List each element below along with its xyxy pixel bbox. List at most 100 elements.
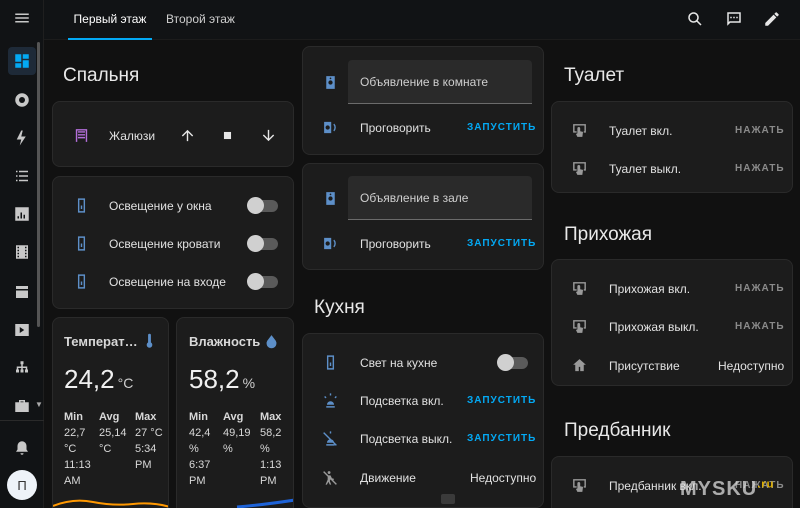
gesture-tap-icon: [569, 120, 589, 140]
announce-hall-card: Объявление в зале Проговорить ЗАПУСТИТЬ: [302, 163, 544, 270]
toilet-off-label: Туалет выкл.: [609, 162, 682, 176]
kitchen-light-toggle[interactable]: [497, 354, 528, 371]
hallway-presence-label: Присутствие: [609, 359, 680, 373]
alarm-light-off-icon: [320, 428, 340, 448]
section-title-bedroom: Спальня: [63, 65, 140, 86]
kitchen-backlight-on-label: Подсветка вкл.: [360, 394, 444, 408]
kitchen-motion-state: Недоступно: [470, 471, 537, 485]
search-icon[interactable]: [684, 8, 706, 30]
kitchen-card: Свет на кухне Подсветка вкл. ЗАПУСТИТЬ П…: [302, 333, 544, 508]
dashboard-icon[interactable]: [8, 47, 36, 75]
announce-hall-input[interactable]: Объявление в зале: [348, 176, 532, 220]
press-button-toilet-on[interactable]: НАЖАТЬ: [735, 125, 785, 136]
section-title-hallway: Прихожая: [564, 224, 653, 245]
run-button-backlight-on[interactable]: ЗАПУСТИТЬ: [467, 395, 536, 406]
press-button-hallway-off[interactable]: НАЖАТЬ: [735, 321, 785, 332]
chart-icon[interactable]: [8, 200, 36, 228]
light-toggle-bed[interactable]: [247, 235, 278, 252]
kitchen-motion-label: Движение: [360, 471, 416, 485]
kitchen-light-label: Свет на кухне: [360, 356, 438, 370]
temperature-avg: Avg 25,14 °C: [99, 411, 127, 455]
speaker-voice-icon: [320, 233, 340, 253]
run-button-hall[interactable]: ЗАПУСТИТЬ: [467, 238, 536, 249]
light-toggle-window[interactable]: [247, 197, 278, 214]
temperature-min: Min 22,7 °C 11:13 AM: [64, 411, 91, 487]
pencil-icon[interactable]: [761, 8, 783, 30]
list-icon[interactable]: [8, 162, 36, 190]
temperature-max: Max 27 °C 5:34 PM: [135, 411, 163, 471]
humidity-avg: Avg 49,19 %: [223, 411, 251, 455]
gesture-tap-icon: [569, 316, 589, 336]
gesture-tap-icon: [569, 158, 589, 178]
hallway-on-label: Прихожая вкл.: [609, 282, 691, 296]
tab-second-floor[interactable]: Второй этаж: [166, 0, 235, 40]
bell-icon[interactable]: [8, 434, 36, 462]
motion-sensor-off-icon: [320, 467, 340, 487]
aperture-icon[interactable]: [8, 86, 36, 114]
speak-label-hall: Проговорить: [360, 237, 431, 251]
bedroom-lights-card: Освещение у окна Освещение кровати Освещ…: [52, 176, 294, 309]
humidity-title: Влажность: [189, 334, 261, 349]
light-switch-icon: [320, 352, 340, 372]
kitchen-backlight-off-label: Подсветка выкл.: [360, 432, 453, 446]
lightning-icon[interactable]: [8, 124, 36, 152]
light-label-bed: Освещение кровати: [109, 237, 221, 251]
light-switch-icon: [71, 271, 91, 291]
humidity-max: Max 58,2 % 1:13 PM: [260, 411, 282, 487]
watermark-logo: MYSKU.ru: [680, 478, 775, 500]
announce-room-card: Объявление в комнате Проговорить ЗАПУСТИ…: [302, 46, 544, 155]
temperature-card[interactable]: Температ… 24,2 °C Min 22,7 °C 11:13 AM Av…: [52, 317, 169, 508]
blinds-icon[interactable]: [71, 125, 91, 145]
hallway-presence-state: Недоступно: [718, 359, 785, 373]
assist-icon[interactable]: [723, 8, 745, 30]
run-button-room[interactable]: ЗАПУСТИТЬ: [467, 122, 536, 133]
stop-icon[interactable]: [217, 125, 237, 145]
toilet-card: Туалет вкл. НАЖАТЬ Туалет выкл. НАЖАТЬ: [551, 101, 793, 193]
humidity-value: 58,2%: [189, 364, 256, 394]
chevron-down-icon[interactable]: ▼: [35, 400, 43, 409]
menu-icon[interactable]: [8, 4, 36, 32]
light-switch-icon: [71, 195, 91, 215]
media-icon[interactable]: [8, 316, 36, 344]
thermometer-icon: [139, 331, 159, 351]
water-drop-icon: [261, 331, 281, 351]
toolbox-icon[interactable]: [8, 392, 36, 420]
speaker-icon: [320, 72, 340, 92]
temperature-graph: [53, 499, 168, 508]
press-button-toilet-off[interactable]: НАЖАТЬ: [735, 163, 785, 174]
section-title-predbannik: Предбанник: [564, 420, 671, 441]
gesture-tap-icon: [569, 475, 589, 495]
press-button-hallway-on[interactable]: НАЖАТЬ: [735, 283, 785, 294]
light-toggle-entrance[interactable]: [247, 273, 278, 290]
scroll-handle[interactable]: [441, 494, 455, 504]
section-title-kitchen: Кухня: [314, 297, 365, 318]
run-button-backlight-off[interactable]: ЗАПУСТИТЬ: [467, 433, 536, 444]
network-icon[interactable]: [8, 354, 36, 382]
sidebar-scrollbar[interactable]: [37, 42, 40, 327]
humidity-graph: [236, 498, 293, 508]
temperature-title: Температ…: [64, 334, 138, 349]
humidity-card[interactable]: Влажность 58,2% Min 42,4 % 6:37 PM Avg 4…: [176, 317, 294, 508]
avatar[interactable]: П: [7, 470, 37, 500]
section-title-toilet: Туалет: [564, 65, 625, 86]
arrow-down-icon[interactable]: [258, 125, 278, 145]
sidebar-divider: [0, 420, 44, 421]
gesture-tap-icon: [569, 278, 589, 298]
speaker-voice-icon: [320, 117, 340, 137]
humidity-min: Min 42,4 % 6:37 PM: [189, 411, 211, 487]
announce-room-input[interactable]: Объявление в комнате: [348, 60, 532, 104]
hallway-off-label: Прихожая выкл.: [609, 320, 699, 334]
hallway-card: Прихожая вкл. НАЖАТЬ Прихожая выкл. НАЖА…: [551, 259, 793, 386]
toilet-on-label: Туалет вкл.: [609, 124, 673, 138]
alarm-light-icon: [320, 390, 340, 410]
tab-first-floor[interactable]: Первый этаж: [68, 0, 152, 40]
blinds-card: Жалюзи: [52, 101, 294, 167]
blinds-label: Жалюзи: [109, 129, 156, 143]
arrow-up-icon[interactable]: [177, 125, 197, 145]
light-label-entrance: Освещение на входе: [109, 275, 226, 289]
speaker-icon: [320, 188, 340, 208]
speak-label-room: Проговорить: [360, 121, 431, 135]
hacs-icon[interactable]: [8, 278, 36, 306]
sidebar: ▼ П: [0, 0, 44, 508]
film-icon[interactable]: [8, 238, 36, 266]
